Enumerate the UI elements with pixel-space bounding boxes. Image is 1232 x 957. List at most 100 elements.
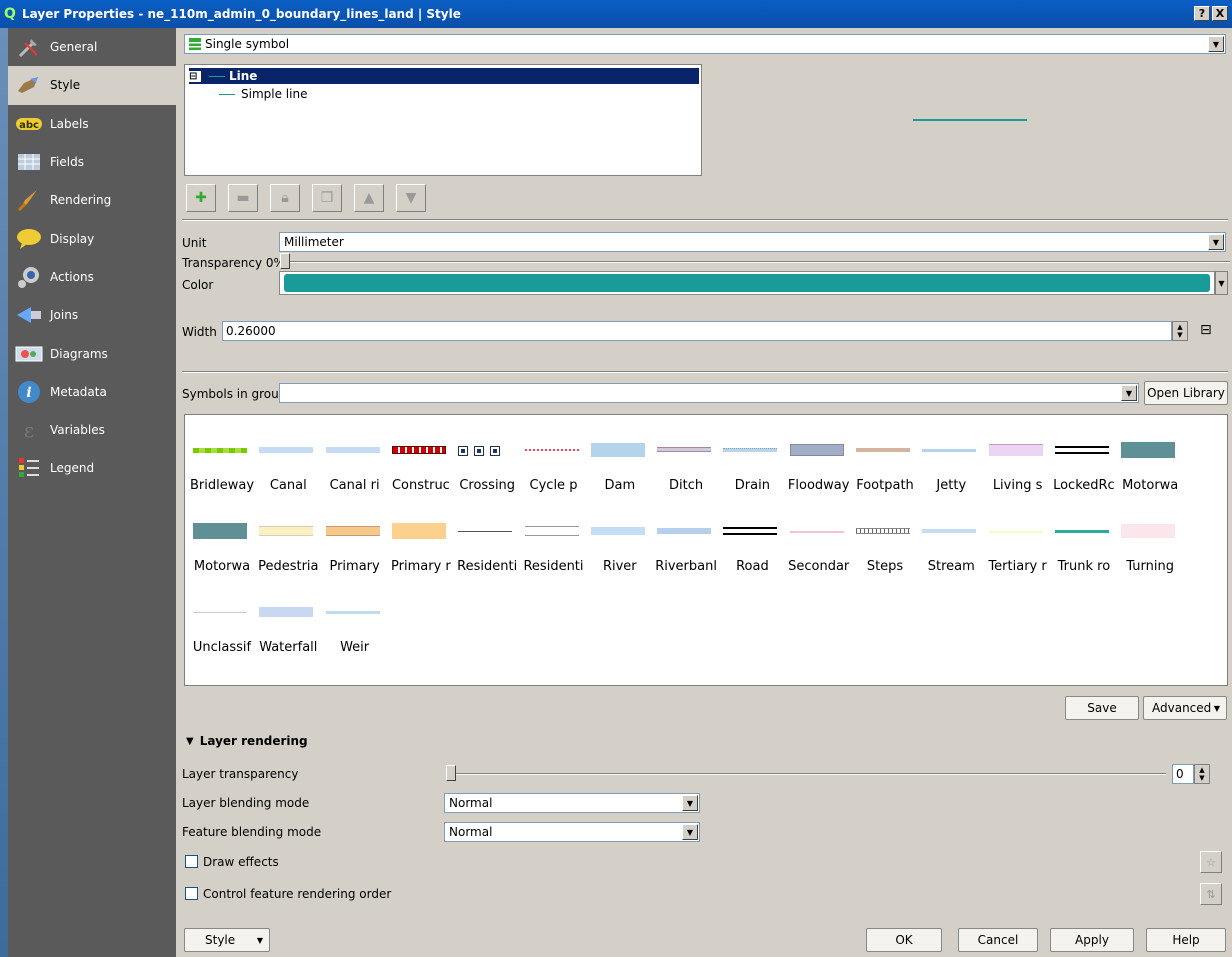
feature-blending-select[interactable]: Normal ▼ <box>444 822 700 842</box>
symbol-item-locked[interactable]: LockedRc <box>1051 415 1117 495</box>
lock-layer-button[interactable]: 🔒︎ <box>270 184 300 212</box>
move-up-button[interactable]: ▲ <box>354 184 384 212</box>
symbol-item-unclassified[interactable]: Unclassif <box>189 577 255 657</box>
color-button[interactable] <box>279 271 1215 295</box>
symbol-item-secondary[interactable]: Secondar <box>786 496 852 576</box>
symbol-preview-weir <box>325 611 380 614</box>
layer-transparency-input[interactable]: 0 <box>1172 764 1194 784</box>
color-dropdown-button[interactable]: ▼ <box>1215 271 1228 295</box>
symbol-item-primary[interactable]: Primary <box>322 496 388 576</box>
symbol-item-drain[interactable]: Drain <box>719 415 785 495</box>
symbol-item-dam[interactable]: Dam <box>587 415 653 495</box>
symbol-item-residential[interactable]: Residenti <box>454 496 520 576</box>
symbol-name: Turning <box>1126 559 1175 574</box>
sidebar-item-diagrams[interactable]: Diagrams <box>8 334 176 372</box>
sort-order-button[interactable]: ⇅ <box>1200 883 1222 905</box>
style-menu-button[interactable]: Style ▼ <box>184 928 270 952</box>
sidebar-item-general[interactable]: General <box>8 28 176 66</box>
symbol-item-living[interactable]: Living s <box>985 415 1051 495</box>
help-button[interactable]: Help <box>1146 928 1226 952</box>
sidebar-item-rendering[interactable]: Rendering <box>8 181 176 219</box>
symbol-name: LockedRc <box>1053 478 1115 493</box>
symbol-item-riverbank[interactable]: Riverbanl <box>653 496 719 576</box>
effects-star-button[interactable]: ☆ <box>1200 851 1222 873</box>
sidebar-item-style[interactable]: Style <box>8 66 176 105</box>
symbol-item-primary2[interactable]: Primary r <box>388 496 454 576</box>
symbol-item-turning[interactable]: Turning <box>1117 496 1183 576</box>
tree-item-line[interactable]: ⊟ Line <box>189 68 699 84</box>
symbol-name: Waterfall <box>259 640 318 655</box>
sidebar-item-label: Legend <box>50 461 95 476</box>
symbol-item-trunk[interactable]: Trunk ro <box>1051 496 1117 576</box>
symbol-preview-primary2 <box>391 523 446 539</box>
symbol-item-construction[interactable]: Construc <box>388 415 454 495</box>
sidebar-item-label: Display <box>50 231 95 246</box>
symbol-item-steps[interactable]: Steps <box>852 496 918 576</box>
tree-item-simple-line[interactable]: Simple line <box>219 86 307 102</box>
ok-button[interactable]: OK <box>866 928 942 952</box>
symbols-group-select[interactable]: ▼ <box>279 383 1139 403</box>
move-down-button[interactable]: ▼ <box>396 184 426 212</box>
diagram-icon <box>14 342 44 366</box>
sidebar-item-variables[interactable]: ε Variables <box>8 411 176 449</box>
symbol-item-ditch[interactable]: Ditch <box>653 415 719 495</box>
symbol-item-river[interactable]: River <box>587 496 653 576</box>
symbol-item-crossing[interactable]: Crossing <box>454 415 520 495</box>
sidebar-item-label: Actions <box>50 269 94 284</box>
symbol-item-cycle[interactable]: Cycle p <box>521 415 587 495</box>
symbol-item-lightblue[interactable]: Canal ri <box>322 415 388 495</box>
sidebar-item-legend[interactable]: Legend <box>8 449 176 487</box>
symbol-preview-residential2 <box>524 526 579 536</box>
sidebar-item-display[interactable]: Display <box>8 219 176 257</box>
open-library-button[interactable]: Open Library <box>1144 381 1228 405</box>
symbol-item-motorway[interactable]: Motorwa <box>1117 415 1183 495</box>
symbol-item-bridleway[interactable]: Bridleway <box>189 415 255 495</box>
sidebar-item-labels[interactable]: abc Labels <box>8 105 176 143</box>
remove-layer-button[interactable]: ▬ <box>228 184 258 212</box>
symbol-item-pedestrian[interactable]: Pedestria <box>255 496 321 576</box>
close-title-button[interactable]: X <box>1212 6 1228 21</box>
data-defined-override-icon[interactable]: ⊟ <box>1200 322 1222 340</box>
layer-transparency-spinner[interactable]: ▲ ▼ <box>1194 764 1210 784</box>
sidebar-item-actions[interactable]: Actions <box>8 258 176 296</box>
sidebar-item-joins[interactable]: Joins <box>8 296 176 334</box>
apply-button[interactable]: Apply <box>1050 928 1134 952</box>
symbol-item-weir[interactable]: Weir <box>322 577 388 657</box>
layer-blending-select[interactable]: Normal ▼ <box>444 793 700 813</box>
transparency-slider[interactable] <box>280 253 290 269</box>
add-layer-button[interactable]: ✚ <box>186 184 216 212</box>
advanced-button[interactable]: Advanced ▼ <box>1143 696 1227 720</box>
symbol-item-road[interactable]: Road <box>719 496 785 576</box>
symbol-item-floodway[interactable]: Floodway <box>786 415 852 495</box>
draw-effects-checkbox[interactable] <box>185 855 198 868</box>
symbol-preview-secondary <box>789 531 844 533</box>
renderer-select[interactable]: Single symbol ▼ <box>184 34 1226 54</box>
save-button[interactable]: Save <box>1065 696 1139 720</box>
wrench-icon <box>14 35 44 59</box>
layer-transparency-slider[interactable] <box>446 765 456 781</box>
symbol-item-motorway[interactable]: Motorwa <box>189 496 255 576</box>
sidebar-item-fields[interactable]: Fields <box>8 143 176 181</box>
symbol-item-lightblue[interactable]: Canal <box>255 415 321 495</box>
collapse-icon[interactable]: ⊟ <box>189 70 201 82</box>
symbol-item-footpath[interactable]: Footpath <box>852 415 918 495</box>
symbol-name: Residenti <box>523 559 584 574</box>
separator <box>182 219 1228 221</box>
symbol-item-tertiary[interactable]: Tertiary r <box>985 496 1051 576</box>
symbol-preview-motorway <box>193 523 247 539</box>
width-input[interactable]: 0.26000 <box>222 321 1172 341</box>
symbol-item-jetty[interactable]: Jetty <box>918 415 984 495</box>
duplicate-layer-button[interactable]: ❐ <box>312 184 342 212</box>
sidebar-item-metadata[interactable]: i Metadata <box>8 373 176 411</box>
symbol-item-waterfall[interactable]: Waterfall <box>255 577 321 657</box>
line-preview-icon <box>219 93 235 95</box>
unit-select[interactable]: Millimeter ▼ <box>279 232 1226 252</box>
layer-rendering-header[interactable]: ▼ Layer rendering <box>186 734 308 748</box>
cancel-button[interactable]: Cancel <box>958 928 1038 952</box>
symbol-item-stream[interactable]: Stream <box>918 496 984 576</box>
symbol-item-residential2[interactable]: Residenti <box>521 496 587 576</box>
control-order-checkbox[interactable] <box>185 887 198 900</box>
width-spinner[interactable]: ▲ ▼ <box>1172 321 1188 341</box>
help-title-button[interactable]: ? <box>1194 6 1210 21</box>
symbol-name: Bridleway <box>189 478 255 493</box>
